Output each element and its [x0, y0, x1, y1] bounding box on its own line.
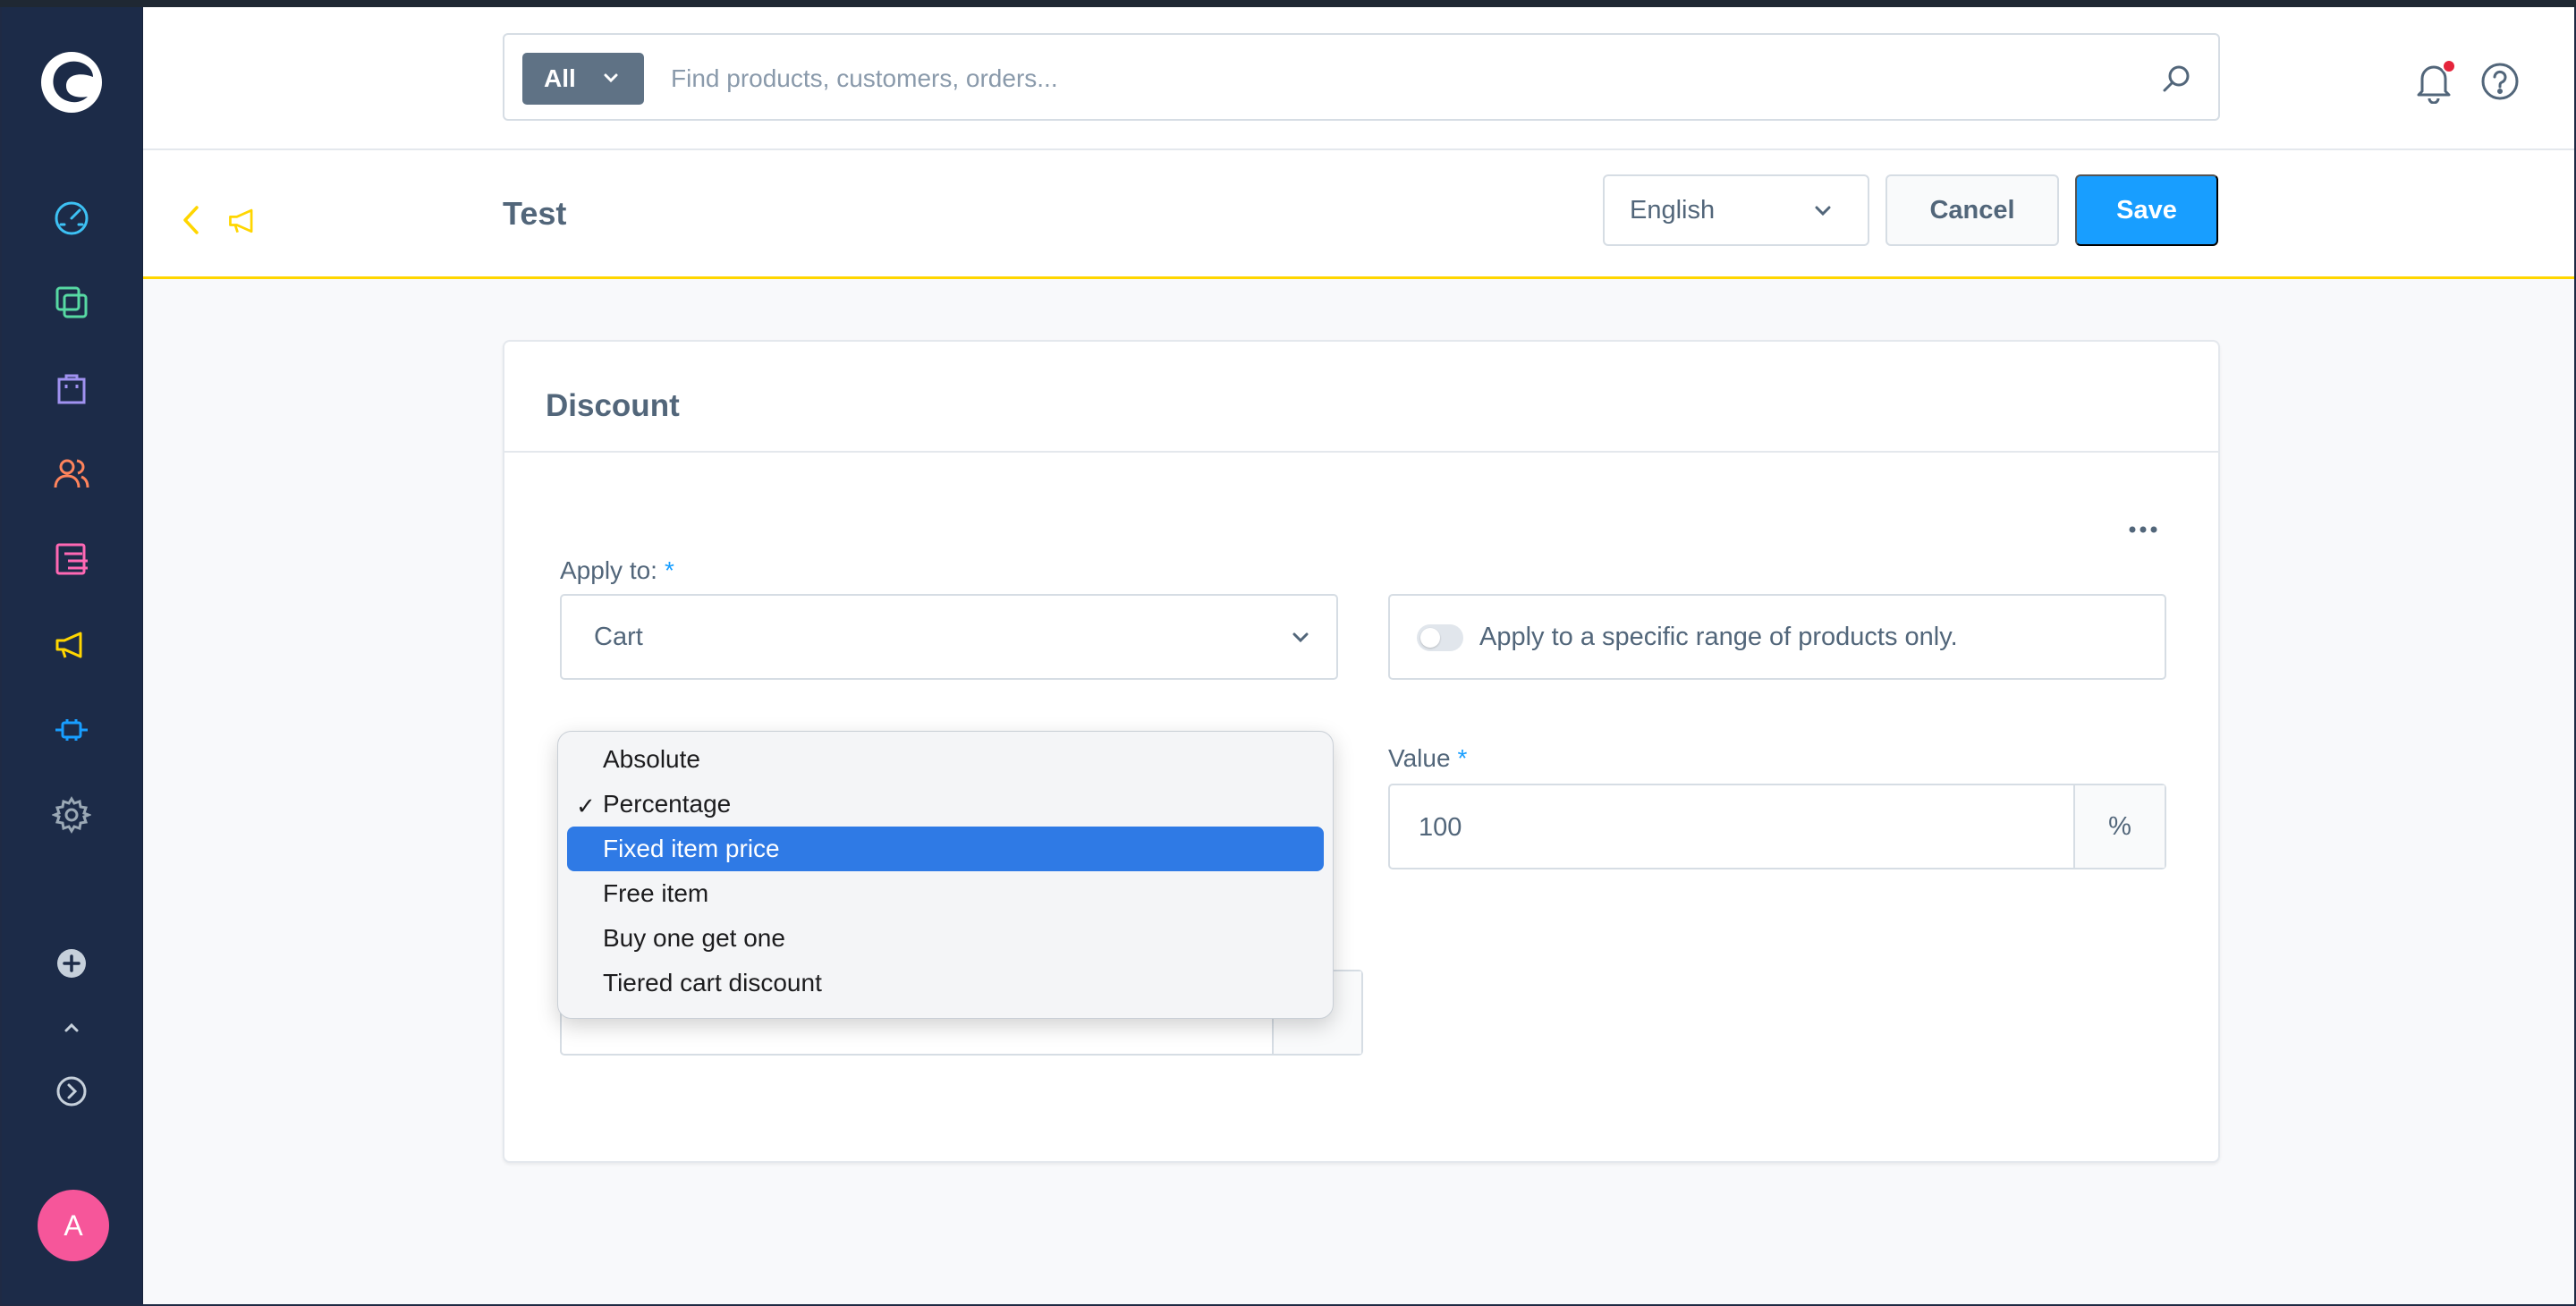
- sidebar-marketing-icon[interactable]: [51, 623, 92, 665]
- notification-badge: [2442, 59, 2456, 73]
- chevron-down-icon: [604, 73, 618, 83]
- search-icon[interactable]: [2161, 64, 2191, 94]
- more-options-icon[interactable]: [2125, 521, 2161, 539]
- dropdown-option-fixed-item-price[interactable]: Fixed item price: [567, 827, 1324, 871]
- value-unit-suffix: %: [2073, 785, 2165, 868]
- dropdown-option-absolute[interactable]: Absolute: [567, 737, 1324, 782]
- back-arrow-icon[interactable]: [179, 204, 204, 236]
- option-label: Fixed item price: [603, 835, 780, 862]
- apply-to-select-value: Cart: [594, 622, 643, 651]
- range-switch-label: Apply to a specific range of products on…: [1479, 623, 1958, 651]
- sidebar-catalogue-icon[interactable]: [51, 282, 92, 323]
- shopware-logo-icon[interactable]: [39, 50, 104, 114]
- search-input[interactable]: [671, 53, 2138, 105]
- apply-to-label: Apply to: *: [560, 556, 674, 585]
- value-label-text: Value: [1388, 744, 1451, 772]
- search-type-label: All: [544, 64, 576, 92]
- option-label: Absolute: [603, 745, 700, 773]
- save-button[interactable]: Save: [2075, 174, 2218, 246]
- sidebar-orders-icon[interactable]: [51, 368, 92, 409]
- marketing-module-icon: [229, 208, 253, 233]
- avatar-initial: A: [64, 1208, 83, 1242]
- page-header: Test English Cancel Save: [143, 150, 2574, 279]
- language-select-value: English: [1630, 195, 1716, 225]
- cancel-button[interactable]: Cancel: [1885, 174, 2059, 246]
- sidebar-customers-icon[interactable]: [51, 453, 92, 494]
- dropdown-option-tiered-cart-discount[interactable]: Tiered cart discount: [567, 961, 1324, 1005]
- search-type-select[interactable]: All: [522, 53, 644, 105]
- card-divider: [504, 451, 2218, 453]
- app-window: A All Test English Cancel Save Discount: [2, 7, 2574, 1304]
- sidebar: A: [2, 7, 143, 1304]
- page-title: Test: [503, 195, 567, 232]
- apply-to-select[interactable]: Cart: [560, 594, 1338, 680]
- dropdown-option-percentage[interactable]: ✓ Percentage: [567, 782, 1324, 827]
- dropdown-option-buy-one-get-one[interactable]: Buy one get one: [567, 916, 1324, 961]
- user-avatar[interactable]: A: [38, 1190, 109, 1261]
- sidebar-content-icon[interactable]: [51, 539, 92, 580]
- sidebar-collapse-icon[interactable]: [51, 1018, 92, 1039]
- option-label: Percentage: [603, 790, 732, 818]
- language-select[interactable]: English: [1603, 174, 1869, 246]
- sidebar-extensions-icon[interactable]: [51, 709, 92, 751]
- dropdown-option-free-item[interactable]: Free item: [567, 871, 1324, 916]
- value-input[interactable]: [1419, 803, 2045, 852]
- range-switch-field: Apply to a specific range of products on…: [1388, 594, 2166, 680]
- required-asterisk: *: [664, 556, 674, 584]
- sidebar-settings-icon[interactable]: [51, 794, 92, 835]
- required-asterisk: *: [1457, 744, 1468, 772]
- card-title: Discount: [546, 388, 680, 423]
- sidebar-add-icon[interactable]: [51, 943, 92, 984]
- window-top-border: [0, 0, 2576, 7]
- option-label: Free item: [603, 879, 709, 907]
- apply-to-label-text: Apply to:: [560, 556, 657, 584]
- sidebar-expand-icon[interactable]: [51, 1071, 92, 1112]
- chevron-down-icon: [1292, 632, 1309, 643]
- option-label: Tiered cart discount: [603, 969, 822, 996]
- value-label: Value *: [1388, 744, 1467, 773]
- value-field: %: [1388, 784, 2166, 869]
- top-bar: All: [143, 7, 2574, 150]
- discount-type-dropdown-menu: Absolute ✓ Percentage Fixed item price F…: [557, 731, 1334, 1019]
- range-switch-toggle[interactable]: [1417, 624, 1463, 651]
- help-icon[interactable]: [2479, 61, 2521, 102]
- checkmark-icon: ✓: [576, 793, 596, 819]
- option-label: Buy one get one: [603, 924, 785, 952]
- sidebar-dashboard-icon[interactable]: [51, 197, 92, 238]
- chevron-down-icon: [1815, 206, 1831, 216]
- global-search: All: [503, 33, 2220, 121]
